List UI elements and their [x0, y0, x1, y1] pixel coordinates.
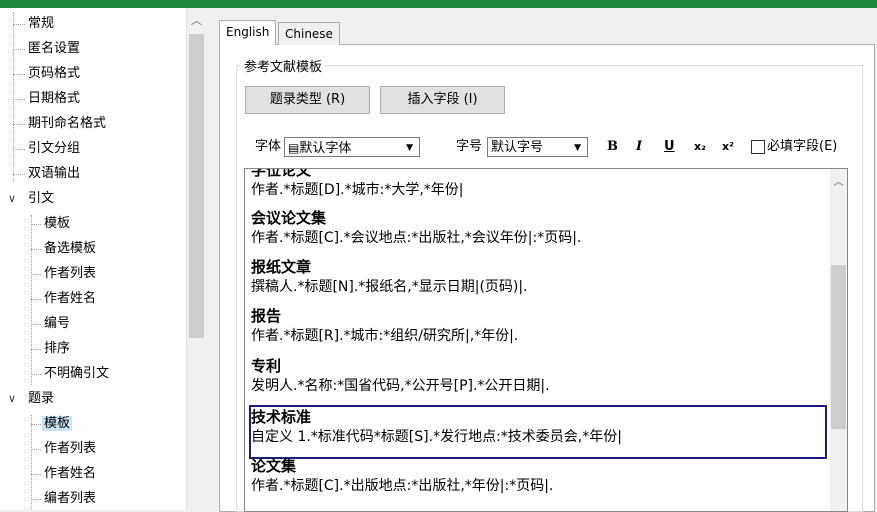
- required-field-checkbox[interactable]: [751, 140, 765, 154]
- scroll-up-icon[interactable]: ︿: [187, 12, 206, 28]
- tab-english[interactable]: English: [219, 20, 277, 45]
- tree-item-date-format[interactable]: 日期格式: [26, 86, 82, 111]
- tab-chinese[interactable]: Chinese: [278, 22, 340, 45]
- tree-item-editor-list[interactable]: 编者列表: [42, 486, 98, 510]
- group-title: 参考文献模板: [241, 56, 326, 75]
- template-editor[interactable]: 学位论文 作者.*标题[D].*城市:*大学,*年份| 会议论文集 作者.*标题…: [244, 168, 848, 512]
- tree-item-alt-template[interactable]: 备选模板: [42, 236, 98, 261]
- entry-title: 学位论文: [251, 168, 312, 179]
- tree-item-bib-author-name[interactable]: 作者姓名: [42, 461, 98, 486]
- tree-item-general[interactable]: 常规: [26, 11, 56, 36]
- tree-line: [13, 12, 15, 182]
- entry-template: 发明人.*名称:*国省代码,*公开号[P].*公开日期|.: [251, 378, 550, 394]
- editor-scrollbar[interactable]: ︿: [830, 169, 847, 511]
- chevron-down-icon[interactable]: ∨: [6, 193, 18, 205]
- tree-item-numbering[interactable]: 编号: [42, 311, 72, 336]
- entry-template: 作者.*标题[D].*城市:*大学,*年份|: [251, 182, 464, 198]
- tree-item-journal-naming[interactable]: 期刊命名格式: [26, 111, 108, 136]
- required-field-label: 必填字段(E): [767, 139, 838, 154]
- tree-item-ambiguous[interactable]: 不明确引文: [42, 361, 111, 386]
- entry-template: 作者.*标题[R].*城市:*组织/研究所|,*年份|.: [251, 328, 519, 344]
- window-title-bar: [0, 0, 877, 8]
- tree-item-bilingual[interactable]: 双语输出: [26, 161, 82, 186]
- entry-template: 撰稿人.*标题[N].*报纸名,*显示日期|(页码)|.: [251, 279, 528, 295]
- tree-item-author-name[interactable]: 作者姓名: [42, 286, 98, 311]
- entry-template: 作者.*标题[C].*会议地点:*出版社,*会议年份|:*页码|.: [251, 230, 582, 246]
- entry-template: 自定义 1.*标准代码*标题[S].*发行地点:*技术委员会,*年份|: [251, 429, 622, 445]
- tree-item-bib-template[interactable]: 模板: [42, 411, 73, 436]
- insert-field-button[interactable]: 插入字段 (I): [380, 86, 505, 114]
- chevron-down-icon: ▼: [574, 143, 581, 153]
- bold-button[interactable]: B: [607, 137, 618, 157]
- tree-line: [31, 415, 33, 510]
- chevron-down-icon: ▼: [406, 143, 413, 153]
- font-select[interactable]: ▤默认字体 ▼: [284, 137, 420, 157]
- size-select[interactable]: 默认字号 ▼: [487, 137, 588, 157]
- tree-item-bibliography[interactable]: 题录: [26, 386, 56, 411]
- tree-item-author-list[interactable]: 作者列表: [42, 261, 98, 286]
- entry-title: 专利: [251, 357, 282, 375]
- tree-item-citation[interactable]: 引文: [26, 186, 56, 211]
- entry-template: 作者.*标题[C].*出版地点:*出版社,*年份|:*页码|.: [251, 478, 554, 494]
- tree-item-sorting[interactable]: 排序: [42, 336, 72, 361]
- font-label: 字体: [255, 139, 282, 154]
- tree-item-anonymous[interactable]: 匿名设置: [26, 36, 82, 61]
- entry-title: 报告: [251, 307, 282, 325]
- settings-tree[interactable]: 常规 匿名设置 页码格式 日期格式 期刊命名格式 引文分组 双语输出 ∨ 引文 …: [0, 8, 186, 510]
- size-label: 字号: [456, 139, 483, 154]
- chevron-down-icon[interactable]: ∨: [6, 393, 18, 405]
- subscript-button[interactable]: x₂: [694, 137, 706, 157]
- underline-button[interactable]: U: [664, 137, 675, 157]
- scrollbar-thumb[interactable]: [189, 34, 204, 338]
- superscript-button[interactable]: x²: [722, 137, 734, 157]
- entry-title: 技术标准: [251, 408, 312, 426]
- tree-item-citation-template[interactable]: 模板: [42, 211, 72, 236]
- tree-item-bib-author-list[interactable]: 作者列表: [42, 436, 98, 461]
- font-icon: ▤: [288, 141, 300, 155]
- entry-title: 会议论文集: [251, 209, 327, 227]
- tree-item-citation-group[interactable]: 引文分组: [26, 136, 82, 161]
- tree-item-page-format[interactable]: 页码格式: [26, 61, 82, 86]
- entry-title: 论文集: [251, 457, 297, 475]
- tree-scrollbar[interactable]: ︿: [186, 8, 206, 510]
- scrollbar-thumb[interactable]: [831, 265, 846, 429]
- scroll-up-icon[interactable]: ︿: [830, 173, 847, 188]
- italic-button[interactable]: I: [636, 137, 642, 157]
- ref-type-button[interactable]: 题录类型 (R): [245, 86, 370, 114]
- entry-title: 报纸文章: [251, 258, 312, 276]
